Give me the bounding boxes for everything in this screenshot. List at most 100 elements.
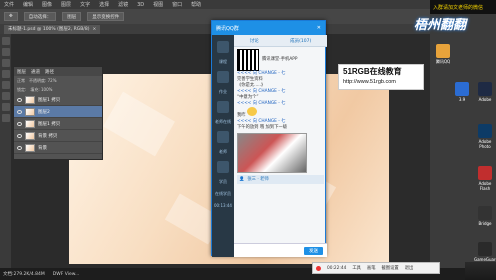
layer-row[interactable]: 图层1 拷贝 [14, 94, 102, 106]
sign-url: http://www.51rgb.com [343, 79, 396, 85]
crop-tool-icon[interactable] [1, 70, 10, 78]
tab-paths[interactable]: 路径 [45, 69, 54, 75]
doc-size-text: 文档:279.2K/4.84M [3, 272, 45, 277]
menu-item-edit[interactable]: 编辑 [23, 1, 33, 8]
layer-thumbnail [25, 95, 35, 104]
menu-bar: 文件 编辑 图像 图层 文字 选择 滤镜 3D 视图 窗口 帮助 [0, 0, 430, 9]
dwf-view-label[interactable]: DWF View... [53, 272, 80, 277]
fill-field[interactable]: 填充: 100% [30, 87, 52, 93]
blend-mode-dropdown[interactable]: 正常 [17, 78, 25, 84]
app-icon[interactable] [455, 82, 469, 96]
menu-item-file[interactable]: 文件 [4, 1, 14, 8]
recorder-tool-button[interactable]: 工具 [352, 265, 361, 271]
desktop-icon-label: 3.9 [458, 97, 466, 102]
flash-app-icon[interactable] [478, 166, 492, 180]
sidebar-label: 课程 [219, 59, 227, 64]
sidebar-label: 作业 [219, 89, 227, 94]
chat-sidebar: 课程 作业 老师在线 老师 学员 在线学员 00:13:44 [212, 35, 234, 257]
smiley-sticker-icon [246, 107, 257, 116]
recorder-time: 00:22:44 [327, 265, 347, 271]
close-icon[interactable]: × [92, 27, 96, 32]
eye-icon[interactable] [17, 97, 22, 102]
lasso-tool-icon[interactable] [1, 59, 10, 67]
session-timer: 00:13:44 [214, 203, 232, 208]
student-icon[interactable] [217, 161, 229, 173]
menu-item-filter[interactable]: 滤镜 [118, 1, 128, 8]
layer-row[interactable]: 背景 [14, 142, 102, 154]
blend-controls: 正常 不透明度: 72% [14, 76, 102, 85]
qq-app-icon[interactable] [436, 44, 450, 58]
gameguard-app-icon[interactable] [478, 242, 492, 256]
eye-icon[interactable] [17, 121, 22, 126]
layer-name: 图层1 拷贝 [38, 97, 61, 103]
qr-code-icon [237, 49, 259, 71]
adobe-app-icon[interactable] [478, 82, 492, 96]
recorder-tool-button[interactable]: 截图设置 [382, 265, 399, 271]
homework-icon[interactable] [217, 71, 229, 83]
top-banner: 入群请加文老师的微信 [430, 0, 496, 14]
show-transform-checkbox[interactable]: 显示变换控件 [87, 12, 125, 21]
photoshop-app-icon[interactable] [478, 124, 492, 138]
pen-tool-icon[interactable] [1, 114, 10, 122]
tab-members[interactable]: 成员(107) [290, 38, 311, 44]
menu-item-layer[interactable]: 图层 [61, 1, 71, 8]
recorder-tool-button[interactable]: 画笔 [367, 265, 376, 271]
layer-name: 背景 拷贝 [38, 133, 58, 139]
menu-item-select[interactable]: 选择 [99, 1, 109, 8]
opacity-field[interactable]: 不透明度: 72% [29, 78, 57, 84]
layer-row[interactable]: 背景 拷贝 [14, 130, 102, 142]
message-text-inner: 我咋 [237, 113, 246, 118]
desktop-screen: 文件 编辑 图像 图层 文字 选择 滤镜 3D 视图 窗口 帮助 ✥ 自动选择：… [0, 0, 496, 280]
eye-icon[interactable] [17, 145, 22, 150]
desktop-icon-label: 腾讯QQ [435, 59, 451, 64]
layer-thumbnail [25, 119, 35, 128]
text-tool-icon[interactable] [1, 103, 10, 111]
close-icon[interactable]: ✕ [317, 25, 321, 31]
document-tab[interactable]: 未标题-1.psd @ 100% (图层2, RGB/8) × [4, 24, 101, 34]
layers-panel: 图层 通道 路径 正常 不透明度: 72% 锁定: 填充: 100% 图层1 拷… [13, 66, 103, 160]
layer-row-selected[interactable]: 图层2 [14, 106, 102, 118]
course-icon[interactable] [217, 41, 229, 53]
menu-item-view[interactable]: 视图 [153, 1, 163, 8]
tab-discussion[interactable]: 讨论 [250, 38, 259, 44]
menu-item-help[interactable]: 帮助 [191, 1, 201, 8]
lock-label: 锁定: [17, 86, 27, 92]
document-tab-title: 未标题-1.psd @ 100% (图层2, RGB/8) [8, 27, 90, 32]
sidebar-label: 学员 [219, 179, 227, 184]
tab-channels[interactable]: 通道 [31, 69, 40, 75]
move-tool-icon[interactable] [1, 37, 10, 45]
menu-item-3d[interactable]: 3D [137, 2, 144, 8]
bridge-app-icon[interactable] [478, 206, 492, 220]
send-button[interactable]: 发送 [304, 246, 323, 255]
move-tool-option[interactable]: ✥ [4, 12, 18, 21]
webcam-overlay [465, 262, 496, 280]
sidebar-label: 老师 [219, 149, 227, 154]
menu-item-window[interactable]: 窗口 [172, 1, 182, 8]
recorder-tool-button[interactable]: 退出 [405, 265, 414, 271]
menu-item-type[interactable]: 文字 [80, 1, 90, 8]
shared-screenshot-image[interactable] [237, 133, 307, 173]
screen-recorder-bar: 00:22:44 工具 画笔 截图设置 退出 [312, 262, 440, 274]
promo-sign: 51RGB在线教育 http://www.51rgb.com [338, 64, 424, 90]
teacher-icon[interactable] [217, 131, 229, 143]
chat-titlebar[interactable]: 腾讯QQ群 ✕ [212, 21, 325, 35]
teacher-online-icon[interactable] [217, 101, 229, 113]
sidebar-label: 在线学员 [215, 191, 231, 196]
auto-select-checkbox[interactable]: 自动选择： [23, 12, 57, 21]
layer-row[interactable]: 图层1 拷贝 [14, 118, 102, 130]
layer-select-dropdown[interactable]: 图层 [62, 12, 82, 21]
menu-item-image[interactable]: 图像 [42, 1, 52, 8]
marquee-tool-icon[interactable] [1, 48, 10, 56]
eye-icon[interactable] [17, 133, 22, 138]
desktop-icon-label: Bridge [478, 221, 492, 226]
layer-name: 图层1 拷贝 [38, 121, 61, 127]
eraser-tool-icon[interactable] [1, 92, 10, 100]
eye-icon[interactable] [17, 109, 22, 114]
brush-tool-icon[interactable] [1, 81, 10, 89]
tab-layers[interactable]: 图层 [17, 69, 26, 75]
layers-panel-tabs: 图层 通道 路径 [14, 67, 102, 76]
message-text: 我咋 [237, 107, 324, 119]
record-icon[interactable] [316, 265, 321, 271]
chat-message-list: 腾讯课堂-手机APP <<<< 向 CHANGE - 七 完善学生资料 《你是太… [234, 47, 327, 243]
chat-input-bar[interactable]: 发送 [234, 243, 327, 257]
